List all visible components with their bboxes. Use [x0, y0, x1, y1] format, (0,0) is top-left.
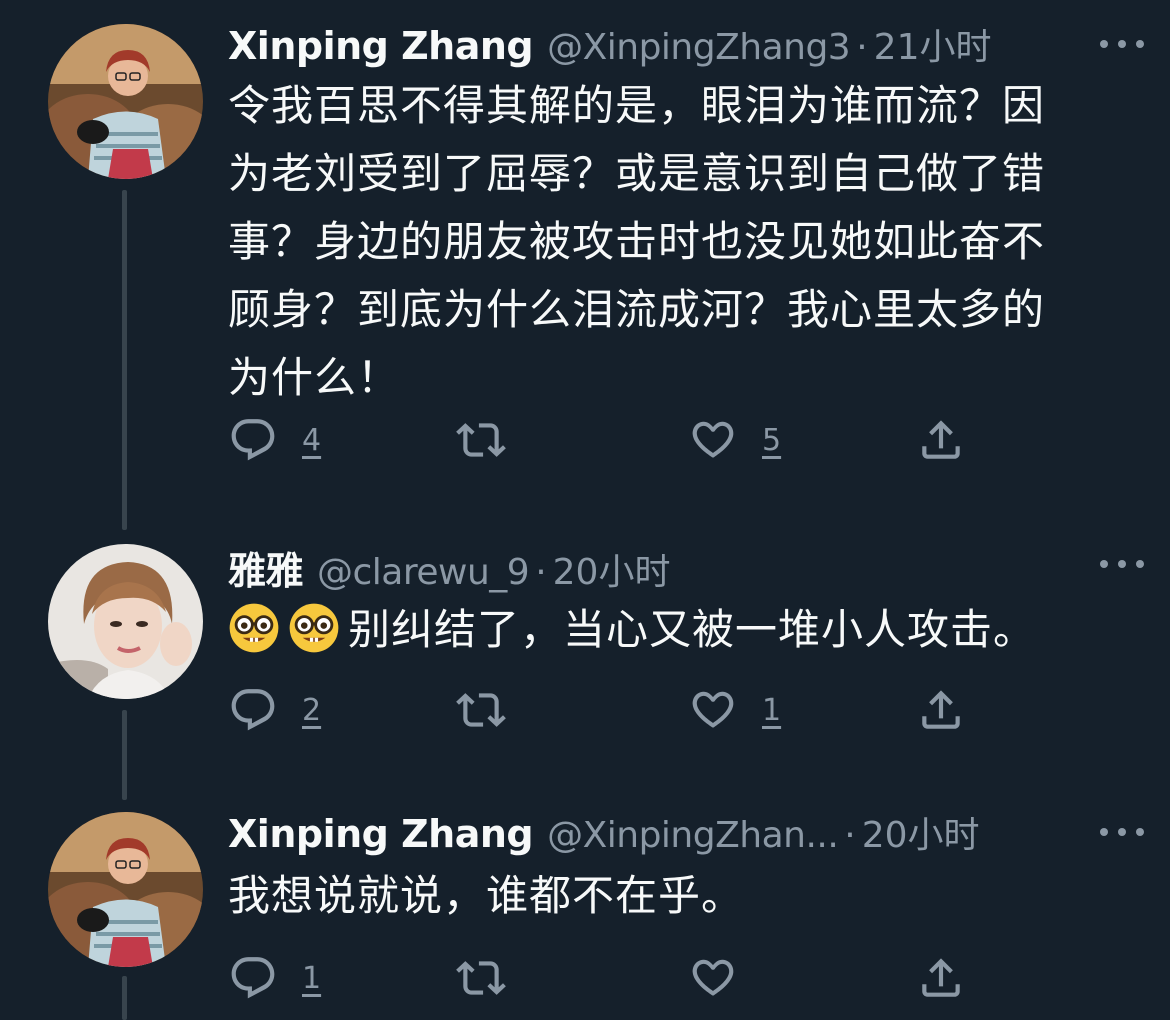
like-count[interactable]: 1	[762, 693, 781, 728]
display-name[interactable]: 雅雅	[228, 540, 304, 595]
timestamp[interactable]: 20小时	[862, 806, 980, 858]
like-count[interactable]: 5	[762, 423, 781, 458]
like-icon	[688, 415, 738, 465]
share-button[interactable]	[916, 950, 966, 1006]
reply-icon	[228, 685, 278, 735]
separator-dot: ·	[535, 552, 547, 593]
tweet[interactable]: Xinping Zhang @XinpingZhang3 · 21小时 令我百思…	[0, 0, 1170, 540]
tweet-header: 雅雅 @clarewu_9 · 20小时	[228, 540, 1130, 600]
like-icon	[688, 685, 738, 735]
retweet-button[interactable]	[456, 950, 506, 1006]
reply-button[interactable]: 1	[228, 950, 321, 1006]
separator-dot: ·	[844, 815, 856, 856]
tweet[interactable]: Xinping Zhang @XinpingZhan... · 20小时 我想说…	[0, 800, 1170, 1020]
tweet-text-line: 为老刘受到了屈辱？或是意识到自己做了错	[228, 149, 1046, 198]
reply-count[interactable]: 2	[302, 693, 321, 728]
more-dots-icon[interactable]	[1100, 542, 1144, 586]
tweet-actions: 4 5	[228, 412, 988, 468]
tweet-actions: 2 1	[228, 682, 988, 738]
thread-connector-line	[122, 190, 127, 530]
retweet-icon	[456, 953, 506, 1003]
tweet-text-line: 为什么！	[228, 353, 401, 402]
nerd-face-emoji	[228, 602, 280, 654]
avatar[interactable]	[48, 812, 203, 967]
user-handle[interactable]: @clarewu_9	[317, 552, 530, 593]
like-button[interactable]: 1	[688, 682, 781, 738]
retweet-icon	[456, 415, 506, 465]
tweet-header: Xinping Zhang @XinpingZhan... · 20小时	[228, 806, 1130, 866]
tweet-actions: 1	[228, 950, 988, 1006]
nerd-face-emoji	[288, 602, 340, 654]
separator-dot: ·	[856, 27, 868, 68]
tweet-text: 我想说就说，谁都不在乎。	[228, 862, 1098, 930]
timestamp[interactable]: 20小时	[553, 543, 671, 595]
share-icon	[916, 685, 966, 735]
reply-count[interactable]: 4	[302, 423, 321, 458]
tweet-text: 令我百思不得其解的是，眼泪为谁而流？因 为老刘受到了屈辱？或是意识到自己做了错 …	[228, 72, 1098, 412]
tweet-text-body: 我想说就说，谁都不在乎。	[228, 871, 745, 920]
tweet-header: Xinping Zhang @XinpingZhang3 · 21小时	[228, 18, 1130, 78]
more-dots-icon[interactable]	[1100, 810, 1144, 854]
tweet[interactable]: 雅雅 @clarewu_9 · 20小时 别纠结了，当心又被一堆小人攻击。 2 …	[0, 540, 1170, 800]
tweet-text-line: 事？身边的朋友被攻击时也没见她如此奋不	[228, 217, 1046, 266]
like-button[interactable]: 5	[688, 412, 781, 468]
retweet-icon	[456, 685, 506, 735]
reply-button[interactable]: 4	[228, 412, 321, 468]
like-button[interactable]	[688, 950, 738, 1006]
like-icon	[688, 953, 738, 1003]
thread-connector-line	[122, 710, 127, 800]
more-dots-icon[interactable]	[1100, 22, 1144, 66]
tweet-text-line: 顾身？到底为什么泪流成河？我心里太多的	[228, 285, 1046, 334]
avatar[interactable]	[48, 544, 203, 699]
user-handle[interactable]: @XinpingZhan...	[547, 815, 839, 856]
avatar[interactable]	[48, 24, 203, 179]
retweet-button[interactable]	[456, 412, 506, 468]
thread-connector-line	[122, 976, 127, 1020]
tweet-text-body: 别纠结了，当心又被一堆小人攻击。	[348, 605, 1037, 654]
share-button[interactable]	[916, 682, 966, 738]
tweet-thread: Xinping Zhang @XinpingZhang3 · 21小时 令我百思…	[0, 0, 1170, 1020]
profile-photo-icon	[48, 812, 203, 967]
reply-count[interactable]: 1	[302, 961, 321, 996]
user-handle[interactable]: @XinpingZhang3	[547, 27, 851, 68]
display-name[interactable]: Xinping Zhang	[228, 24, 534, 68]
reply-icon	[228, 415, 278, 465]
reply-icon	[228, 953, 278, 1003]
display-name[interactable]: Xinping Zhang	[228, 812, 534, 856]
share-icon	[916, 415, 966, 465]
retweet-button[interactable]	[456, 682, 506, 738]
tweet-text: 别纠结了，当心又被一堆小人攻击。	[228, 596, 1098, 664]
profile-photo-icon	[48, 24, 203, 179]
share-icon	[916, 953, 966, 1003]
share-button[interactable]	[916, 412, 966, 468]
profile-photo-icon	[48, 544, 203, 699]
timestamp[interactable]: 21小时	[874, 18, 992, 70]
reply-button[interactable]: 2	[228, 682, 321, 738]
tweet-text-line: 令我百思不得其解的是，眼泪为谁而流？因	[228, 81, 1046, 130]
